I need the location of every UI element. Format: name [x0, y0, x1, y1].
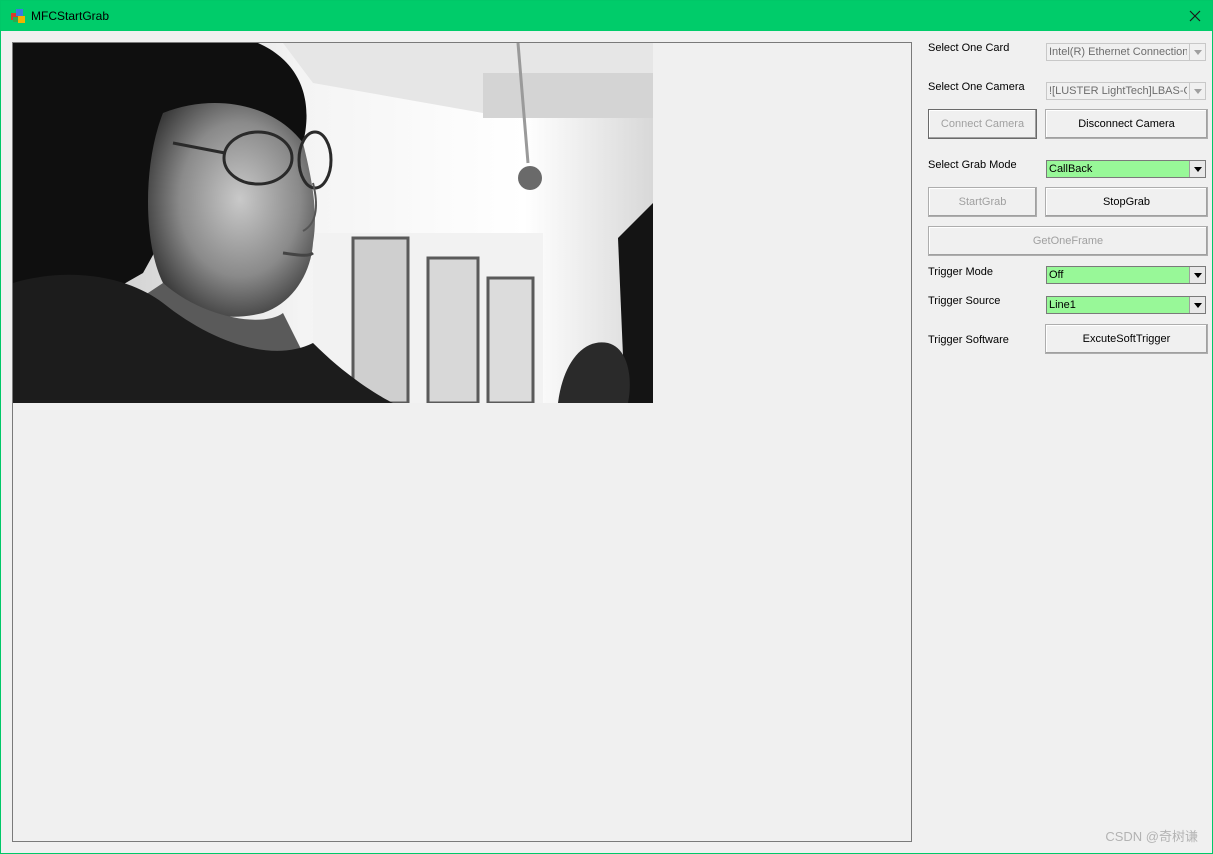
chevron-down-icon[interactable] — [1189, 44, 1205, 60]
excute-soft-trigger-button[interactable]: ExcuteSoftTrigger — [1045, 324, 1208, 354]
trigger-mode-combo[interactable]: Off — [1046, 266, 1206, 284]
select-card-combo[interactable]: Intel(R) Ethernet Connection — [1046, 43, 1206, 61]
title-bar[interactable]: MFCStartGrab — [1, 1, 1212, 31]
stop-grab-button[interactable]: StopGrab — [1045, 187, 1208, 217]
trigger-mode-label: Trigger Mode — [928, 266, 994, 278]
select-camera-label: Select One Camera — [928, 81, 1025, 93]
chevron-down-icon[interactable] — [1189, 267, 1205, 283]
camera-frame-image — [13, 43, 653, 403]
trigger-software-label: Trigger Software — [928, 334, 1009, 346]
chevron-down-icon[interactable] — [1189, 297, 1205, 313]
disconnect-camera-button[interactable]: Disconnect Camera — [1045, 109, 1208, 139]
close-button[interactable] — [1178, 1, 1212, 31]
close-icon — [1189, 10, 1201, 22]
app-window: MFCStartGrab Select One Card Intel(R) Et… — [0, 0, 1213, 854]
connect-camera-button[interactable]: Connect Camera — [928, 109, 1037, 139]
grab-mode-label: Select Grab Mode — [928, 159, 1017, 171]
app-icon — [11, 9, 25, 23]
trigger-source-value: Line1 — [1049, 299, 1076, 311]
chevron-down-icon[interactable] — [1189, 83, 1205, 99]
image-display-area — [12, 42, 912, 842]
trigger-mode-value: Off — [1049, 269, 1064, 281]
chevron-down-icon[interactable] — [1189, 161, 1205, 177]
watermark: CSDN @奇树谦 — [1105, 829, 1198, 844]
select-camera-combo[interactable]: ![LUSTER LightTech]LBAS-GE — [1046, 82, 1206, 100]
window-title: MFCStartGrab — [31, 9, 110, 23]
select-camera-value: ![LUSTER LightTech]LBAS-GE — [1049, 85, 1187, 97]
grab-mode-combo[interactable]: CallBack — [1046, 160, 1206, 178]
get-one-frame-button[interactable]: GetOneFrame — [928, 226, 1208, 256]
trigger-source-combo[interactable]: Line1 — [1046, 296, 1206, 314]
grab-mode-value: CallBack — [1049, 163, 1093, 175]
select-card-value: Intel(R) Ethernet Connection — [1049, 46, 1187, 58]
trigger-source-label: Trigger Source — [928, 295, 1001, 307]
select-card-label: Select One Card — [928, 42, 1010, 54]
start-grab-button[interactable]: StartGrab — [928, 187, 1037, 217]
